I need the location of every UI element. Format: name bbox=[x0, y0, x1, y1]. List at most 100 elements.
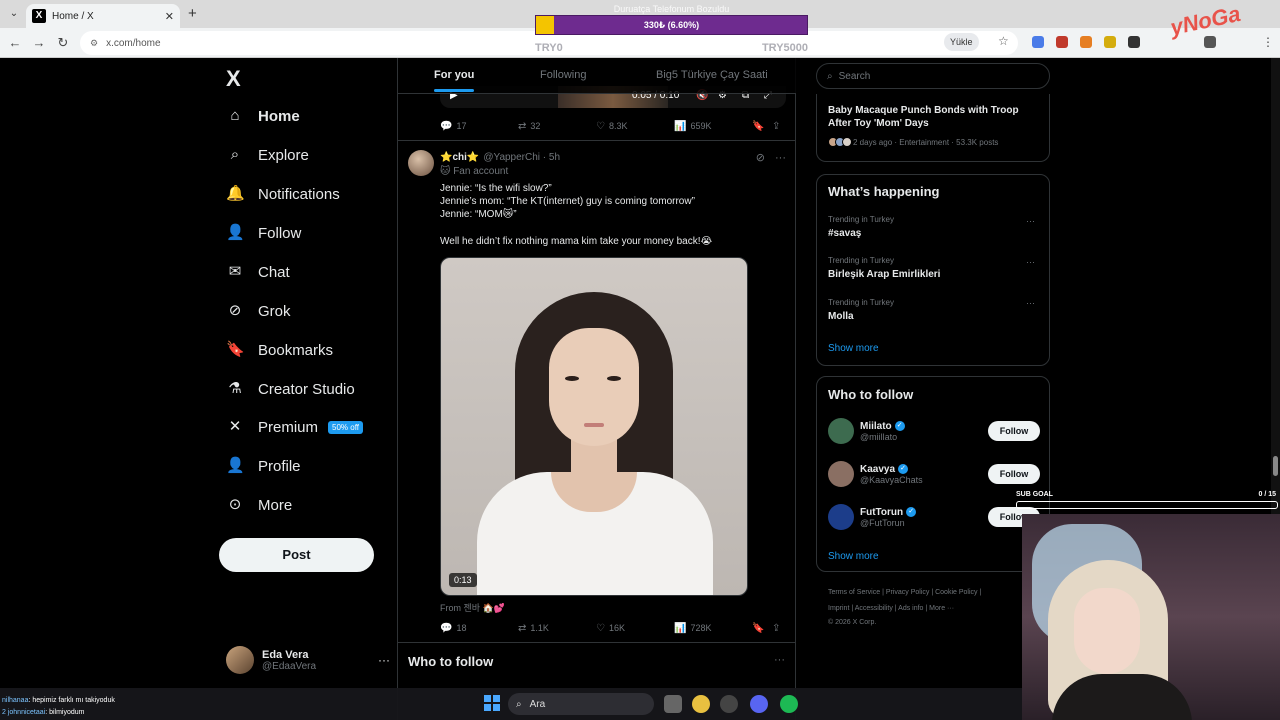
nav-premium[interactable]: ✕ Premium 50% off bbox=[226, 413, 363, 441]
bookmark-button[interactable]: 🔖 bbox=[752, 623, 772, 634]
show-more-link[interactable]: Show more bbox=[828, 343, 879, 354]
like-button[interactable]: ♡ 8.3K bbox=[596, 121, 674, 132]
bookmark-button[interactable]: 🔖 bbox=[752, 121, 772, 132]
extension-icon[interactable] bbox=[1128, 36, 1140, 48]
views-button[interactable]: 📊 728K bbox=[674, 623, 752, 634]
nav-label: Follow bbox=[258, 224, 302, 242]
tweet-video[interactable]: 0:13 bbox=[440, 257, 748, 596]
divider bbox=[398, 642, 796, 643]
like-count: 16K bbox=[608, 623, 625, 633]
author-handle[interactable]: @YapperChi · 5h bbox=[483, 152, 560, 163]
nav-follow[interactable]: 👤 Follow bbox=[226, 219, 301, 247]
who-to-follow-heading: Who to follow bbox=[408, 654, 494, 669]
like-count: 8.3K bbox=[608, 121, 628, 131]
more-icon[interactable]: ··· bbox=[774, 654, 785, 666]
more-icon[interactable]: ··· bbox=[775, 152, 786, 164]
donation-max: TRY5000 bbox=[761, 42, 808, 54]
main-feed: For you Following Big5 Türkiye Çay Saati… bbox=[397, 58, 796, 720]
nav-creator-studio[interactable]: ⚗ Creator Studio bbox=[226, 375, 354, 403]
chrome-icon[interactable] bbox=[692, 695, 710, 713]
footer-links[interactable]: Terms of Service | Privacy Policy | Cook… bbox=[828, 589, 981, 596]
avatar bbox=[842, 137, 852, 147]
more-icon[interactable]: ··· bbox=[1026, 257, 1035, 267]
nav-explore[interactable]: ⌕ Explore bbox=[226, 141, 309, 169]
nav-bookmarks[interactable]: 🔖 Bookmarks bbox=[226, 336, 333, 364]
nav-chat[interactable]: ✉ Chat bbox=[226, 258, 290, 286]
tab-big5[interactable]: Big5 Türkiye Çay Saati bbox=[656, 69, 768, 81]
extensions-puzzle-icon[interactable] bbox=[1204, 36, 1216, 48]
who-to-follow-heading: Who to follow bbox=[828, 387, 914, 402]
nav-notifications[interactable]: 🔔 Notifications bbox=[226, 180, 340, 208]
reply-button[interactable]: 💬 17 bbox=[440, 121, 518, 132]
search-input[interactable]: ⌕ Search bbox=[816, 63, 1050, 89]
avatar[interactable] bbox=[408, 150, 434, 176]
more-icon[interactable]: ··· bbox=[1026, 298, 1035, 308]
extension-icon[interactable] bbox=[1056, 36, 1068, 48]
trend-item[interactable]: Molla bbox=[828, 311, 854, 322]
share-button[interactable]: ⇪ bbox=[772, 121, 784, 132]
nav-label: Premium bbox=[258, 418, 319, 436]
follow-button[interactable]: Follow bbox=[988, 421, 1040, 441]
video-source[interactable]: From 젠바 🏠💕 bbox=[440, 601, 505, 614]
news-title[interactable]: Baby Macaque Punch Bonds with Troop Afte… bbox=[828, 104, 1042, 130]
more-icon[interactable]: ··· bbox=[1026, 216, 1035, 226]
trend-context: Trending in Turkey bbox=[828, 298, 894, 307]
back-icon[interactable]: ← bbox=[6, 34, 24, 52]
browser-tab-home[interactable]: X Home / X ✕ bbox=[26, 4, 180, 28]
site-info-icon[interactable]: ⚙ bbox=[90, 38, 98, 49]
trend-item[interactable]: #savaş bbox=[828, 228, 861, 239]
video-frame bbox=[584, 423, 604, 427]
windows-start-icon[interactable] bbox=[484, 695, 500, 711]
author-name[interactable]: ⭐chi⭐ bbox=[440, 152, 479, 163]
extension-icon[interactable] bbox=[1080, 36, 1092, 48]
nav-grok[interactable]: ⊘ Grok bbox=[226, 297, 291, 325]
trend-item[interactable]: Birleşik Arap Emirlikleri bbox=[828, 269, 940, 280]
show-more-link[interactable]: Show more bbox=[828, 551, 879, 562]
reply-button[interactable]: 💬 18 bbox=[440, 623, 518, 634]
sub-goal-count: 0 / 15 bbox=[1258, 491, 1276, 498]
tab-search-icon[interactable]: ⌄ bbox=[6, 6, 22, 22]
grok-icon[interactable]: ⊘ bbox=[756, 151, 765, 164]
reload-icon[interactable]: ↻ bbox=[54, 34, 72, 52]
follow-suggestion[interactable]: Miilato ✓ @miillato Follow bbox=[828, 416, 1040, 446]
post-button[interactable]: Post bbox=[219, 538, 374, 572]
views-button[interactable]: 📊 659K bbox=[674, 121, 752, 132]
spotify-icon[interactable] bbox=[780, 695, 798, 713]
translate-extension-icon[interactable] bbox=[1032, 36, 1044, 48]
taskbar-search[interactable]: ⌕ Ara bbox=[508, 693, 654, 715]
discord-icon[interactable] bbox=[750, 695, 768, 713]
scrollbar-thumb[interactable] bbox=[1273, 456, 1278, 476]
nav-more[interactable]: ⊙ More bbox=[226, 491, 292, 519]
repost-button[interactable]: ⇄ 32 bbox=[518, 121, 596, 132]
follow-suggestion[interactable]: Kaavya ✓ @KaavyaChats Follow bbox=[828, 459, 1040, 489]
forward-icon[interactable]: → bbox=[30, 34, 48, 52]
suggestion-handle: @miillato bbox=[860, 431, 898, 442]
tab-following[interactable]: Following bbox=[540, 69, 586, 81]
close-tab-icon[interactable]: ✕ bbox=[165, 10, 174, 23]
avatar bbox=[828, 461, 854, 487]
extension-icon[interactable] bbox=[1104, 36, 1116, 48]
bookmark-star-icon[interactable]: ☆ bbox=[998, 34, 1009, 48]
account-switcher[interactable]: Eda Vera @EdaaVera ··· bbox=[226, 642, 390, 678]
footer-links[interactable]: Imprint | Accessibility | Ads info | Mor… bbox=[828, 605, 954, 612]
follow-suggestion[interactable]: FutTorun ✓ @FutTorun Follow bbox=[828, 502, 1040, 532]
follow-button[interactable]: Follow bbox=[988, 464, 1040, 484]
nav-home[interactable]: ⌂ Home bbox=[226, 102, 299, 130]
obs-icon[interactable] bbox=[720, 695, 738, 713]
repost-icon: ⇄ bbox=[518, 120, 527, 132]
install-button[interactable]: Yükle bbox=[944, 33, 979, 51]
x-logo-icon[interactable]: X bbox=[226, 66, 241, 92]
reply-count: 18 bbox=[456, 623, 467, 633]
nav-profile[interactable]: 👤 Profile bbox=[226, 452, 301, 480]
new-tab-icon[interactable]: + bbox=[188, 5, 197, 22]
browser-menu-icon[interactable]: ⋮ bbox=[1262, 35, 1274, 49]
file-explorer-icon[interactable] bbox=[664, 695, 682, 713]
share-button[interactable]: ⇪ bbox=[772, 623, 784, 634]
like-button[interactable]: ♡ 16K bbox=[596, 623, 674, 634]
repost-button[interactable]: ⇄ 1.1K bbox=[518, 623, 596, 634]
start-tile bbox=[493, 695, 500, 702]
video-frame bbox=[565, 376, 579, 381]
tab-for-you[interactable]: For you bbox=[434, 69, 475, 92]
suggestion-name-row: Kaavya ✓ bbox=[860, 464, 923, 475]
more-icon[interactable]: ··· bbox=[378, 653, 390, 667]
